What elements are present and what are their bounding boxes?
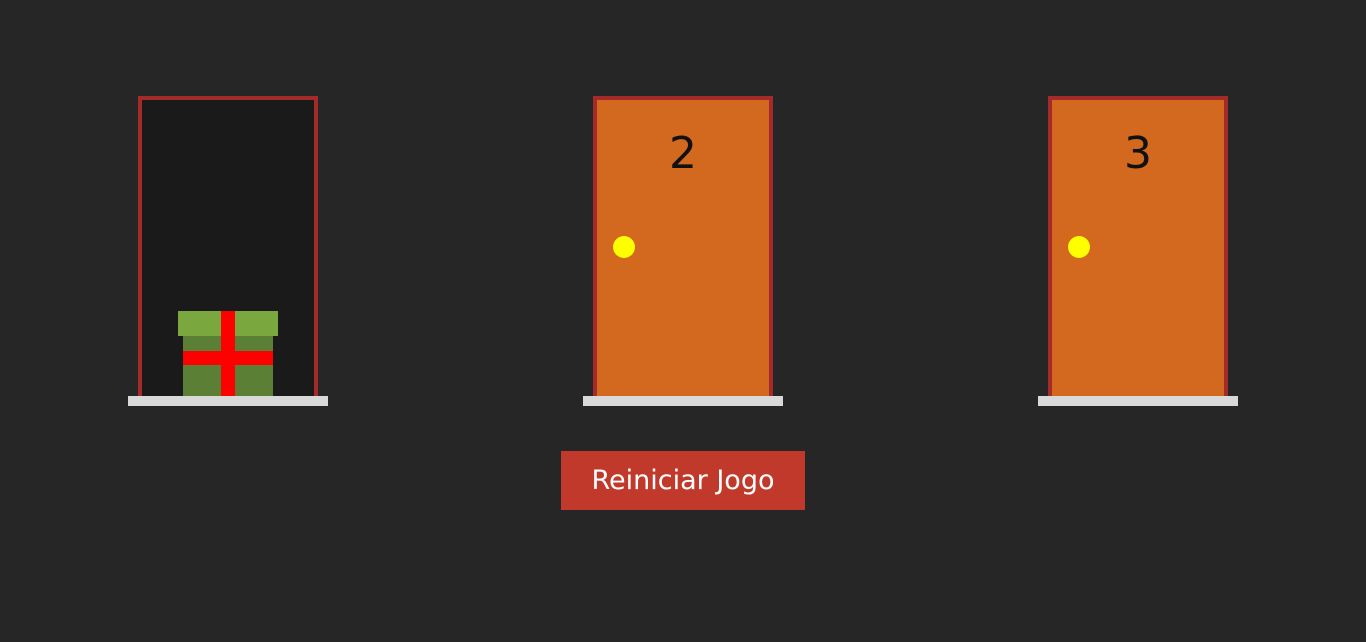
door-1-opening[interactable] <box>138 96 318 396</box>
restart-game-button[interactable]: Reiniciar Jogo <box>561 451 805 510</box>
door-1[interactable] <box>128 96 328 406</box>
door-3[interactable]: 3 <box>1038 96 1238 406</box>
door-2-sill <box>583 396 783 406</box>
gift-icon <box>178 311 278 396</box>
door-2-number: 2 <box>669 128 697 179</box>
door-2-panel[interactable]: 2 <box>593 96 773 396</box>
door-1-sill <box>128 396 328 406</box>
door-knob-icon <box>613 236 635 258</box>
door-2[interactable]: 2 <box>583 96 783 406</box>
door-3-panel[interactable]: 3 <box>1048 96 1228 396</box>
gift-ribbon-horizontal <box>183 351 273 365</box>
door-3-number: 3 <box>1124 128 1152 179</box>
door-knob-icon <box>1068 236 1090 258</box>
door-3-sill <box>1038 396 1238 406</box>
